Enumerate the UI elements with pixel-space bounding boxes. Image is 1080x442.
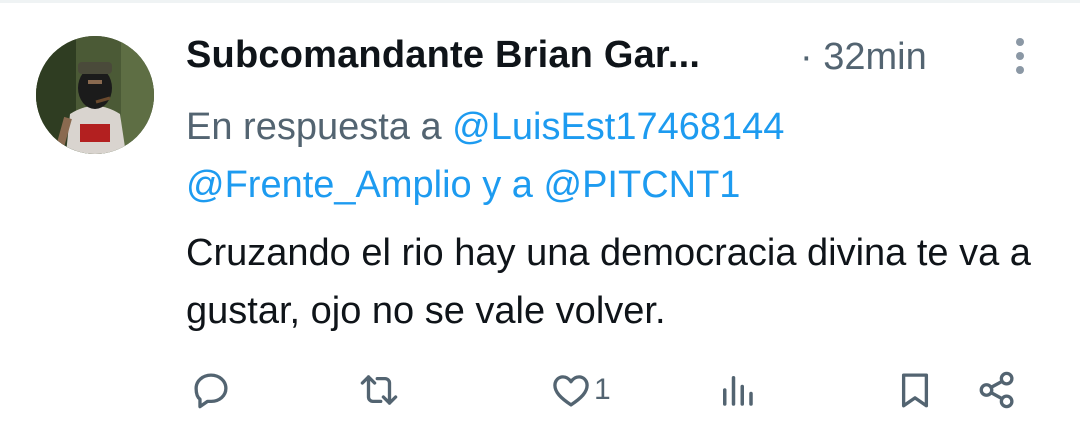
like-button[interactable]: 1 <box>550 360 611 420</box>
bookmark-icon <box>901 373 929 408</box>
reply-conjunction: y a <box>482 164 533 206</box>
reply-context: En respuesta a @LuisEst17468144 @Frente_… <box>186 98 1046 214</box>
mention-link-1[interactable]: @LuisEst17468144 <box>452 106 784 148</box>
share-icon <box>979 371 1014 409</box>
tweet-time[interactable]: 32min <box>823 36 927 78</box>
tweet-text: Cruzando el rio hay una democracia divin… <box>186 232 1031 332</box>
reply-prefix: En respuesta a <box>186 106 442 148</box>
views-icon <box>723 376 753 406</box>
share-button[interactable] <box>976 360 1018 420</box>
reply-icon <box>194 373 228 409</box>
retweet-icon <box>360 375 398 405</box>
bookmark-button[interactable] <box>894 360 936 420</box>
top-divider <box>0 0 1080 3</box>
heart-icon <box>553 375 589 407</box>
views-button[interactable] <box>716 360 758 420</box>
action-bar: 1 <box>0 360 1080 420</box>
mention-link-3[interactable]: @PITCNT1 <box>544 164 741 206</box>
more-vertical-icon[interactable] <box>1004 38 1036 82</box>
avatar-image <box>36 36 154 154</box>
avatar[interactable] <box>36 36 154 154</box>
reply-button[interactable] <box>190 360 232 420</box>
author-name[interactable]: Subcomandante Brian Gar... <box>186 34 700 77</box>
like-count: 1 <box>594 373 611 406</box>
tweet-meta: · 32min <box>800 36 927 79</box>
separator-dot: · <box>800 36 813 78</box>
mention-link-2[interactable]: @Frente_Amplio <box>186 164 472 206</box>
retweet-button[interactable] <box>358 360 400 420</box>
